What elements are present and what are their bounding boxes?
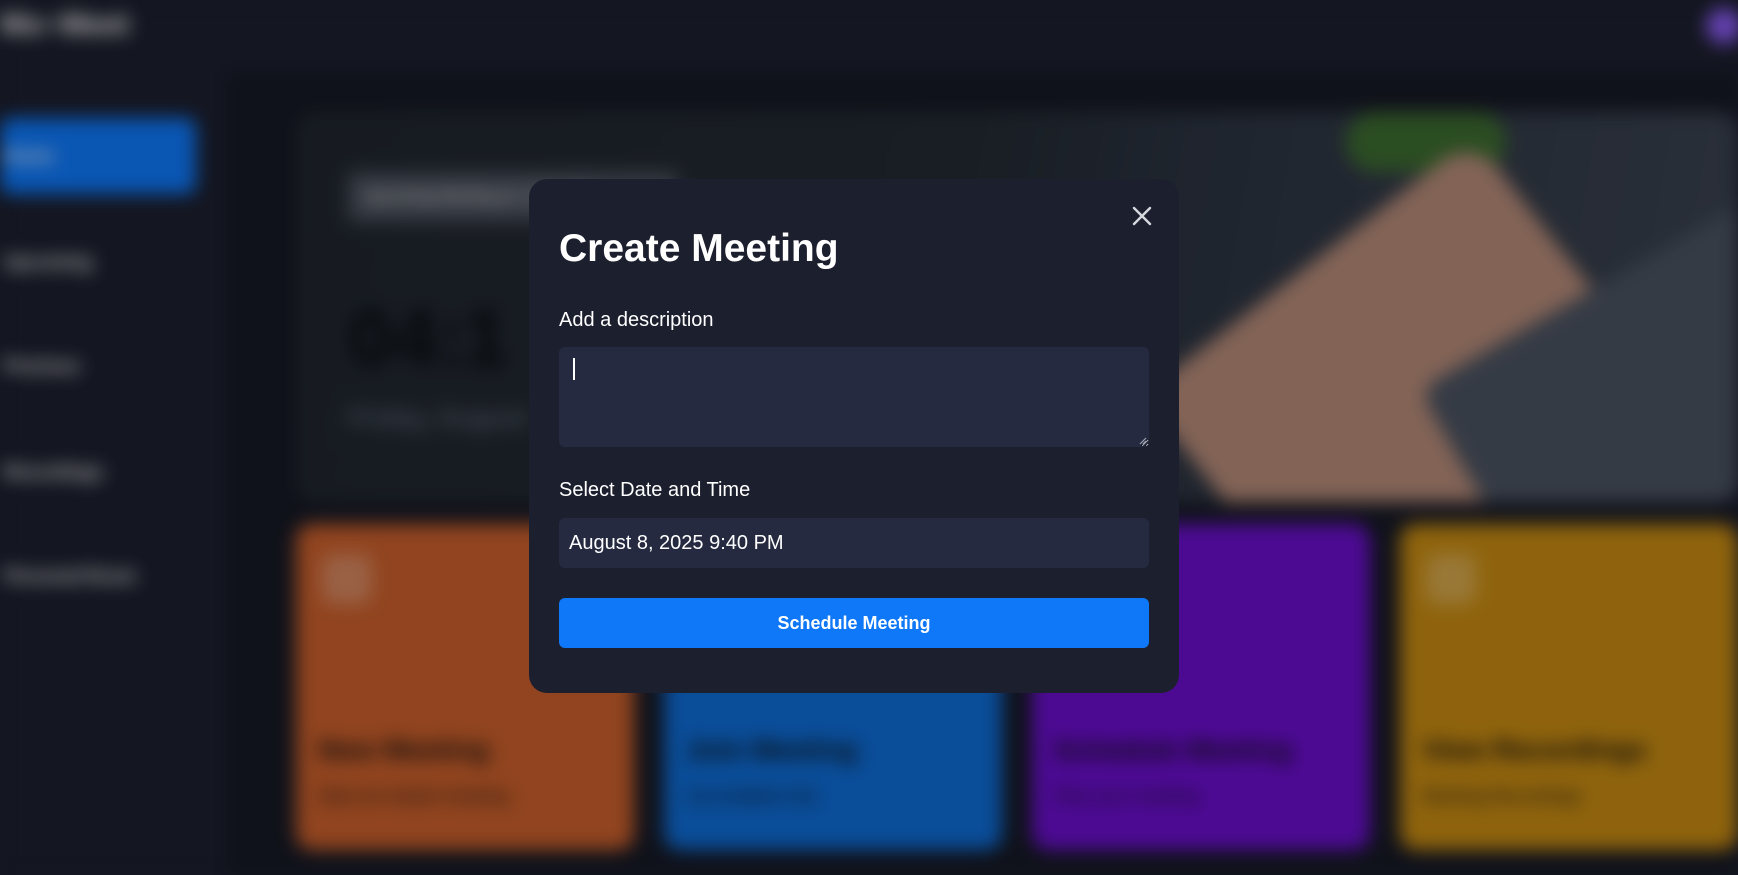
create-meeting-dialog: Create Meeting Add a description Select …	[529, 179, 1179, 693]
close-button[interactable]	[1127, 201, 1157, 231]
close-icon	[1132, 206, 1152, 226]
resize-handle-icon[interactable]	[1137, 435, 1147, 445]
dialog-title: Create Meeting	[559, 227, 839, 270]
description-textarea[interactable]	[559, 347, 1149, 447]
datetime-picker-input[interactable]: August 8, 2025 9:40 PM	[559, 518, 1149, 568]
description-label: Add a description	[559, 309, 714, 331]
schedule-meeting-button[interactable]: Schedule Meeting	[559, 598, 1149, 648]
datetime-label: Select Date and Time	[559, 479, 751, 501]
text-cursor	[573, 358, 575, 380]
datetime-value: August 8, 2025 9:40 PM	[569, 531, 784, 554]
